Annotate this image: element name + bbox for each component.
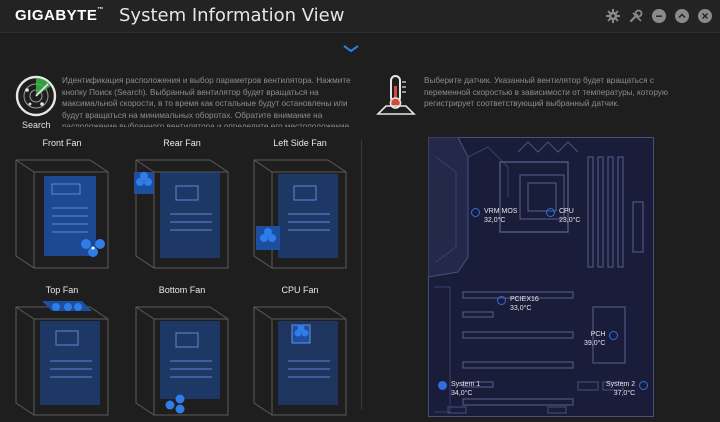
case-bottom-fan-icon bbox=[135, 306, 229, 416]
sensor-radio[interactable] bbox=[639, 381, 649, 390]
case-front-fan-icon bbox=[15, 159, 109, 269]
sensor-radio[interactable] bbox=[609, 331, 619, 340]
sensor-pch[interactable]: PCH 39,0°C bbox=[584, 330, 619, 348]
sensor-pciex16[interactable]: PCIEX16 33,0°C bbox=[497, 295, 539, 313]
sensor-system-1[interactable]: System 1 34,0°C bbox=[438, 380, 480, 398]
sensor-radio[interactable] bbox=[471, 208, 480, 217]
minimize-icon bbox=[656, 15, 662, 17]
sensor-value: 39,0°C bbox=[584, 340, 606, 347]
sensor-radio-selected[interactable] bbox=[438, 381, 447, 390]
fan-label: Bottom Fan bbox=[158, 285, 206, 295]
brand-logo: GIGABYTE™ bbox=[15, 7, 104, 24]
sensor-name: PCH bbox=[590, 331, 606, 338]
sensor-radio[interactable] bbox=[497, 296, 506, 305]
sensor-name: VRM MOS bbox=[484, 208, 518, 215]
motherboard-map: VRM MOS 32,0°C CPU 23,0°C PCIEX16 33,0°C… bbox=[427, 136, 654, 422]
title-bar: GIGABYTE™ System Information View bbox=[0, 0, 720, 33]
search-radar-button[interactable] bbox=[14, 74, 58, 118]
thermometer-icon bbox=[376, 75, 416, 115]
fan-label: Top Fan bbox=[45, 285, 79, 295]
sensor-description: Выберите датчик. Указанный вентилятор бу… bbox=[424, 76, 669, 109]
case-left-side-fan-icon bbox=[253, 159, 347, 269]
fan-rear[interactable]: Rear Fan bbox=[132, 138, 232, 269]
thermometer-button bbox=[376, 74, 416, 116]
sensor-value: 32,0°C bbox=[484, 217, 506, 224]
settings-button[interactable] bbox=[606, 9, 620, 23]
app-title: System Information View bbox=[119, 5, 345, 26]
sensor-name: System 2 bbox=[606, 381, 636, 388]
motherboard-icon bbox=[427, 136, 654, 417]
search-label[interactable]: Search bbox=[22, 120, 51, 130]
chevron-up-icon bbox=[678, 13, 686, 19]
sensor-value: 33,0°C bbox=[510, 305, 532, 312]
tools-button[interactable] bbox=[629, 9, 643, 23]
close-icon bbox=[702, 13, 708, 19]
fan-label: CPU Fan bbox=[281, 285, 319, 295]
sensor-vrm-mos[interactable]: VRM MOS 32,0°C bbox=[471, 207, 517, 225]
sensor-radio[interactable] bbox=[546, 208, 555, 217]
fan-label: Rear Fan bbox=[163, 138, 201, 148]
sensor-value: 34,0°C bbox=[451, 390, 473, 397]
close-button[interactable] bbox=[698, 9, 712, 23]
case-cpu-fan-icon bbox=[253, 306, 347, 416]
sensor-value: 23,0°C bbox=[559, 217, 581, 224]
radar-icon bbox=[15, 75, 57, 117]
fan-bottom[interactable]: Bottom Fan bbox=[132, 285, 232, 416]
chevron-down-icon[interactable] bbox=[342, 44, 360, 54]
sensor-name: System 1 bbox=[451, 381, 481, 388]
fan-front[interactable]: Front Fan bbox=[12, 138, 112, 269]
fan-left-side[interactable]: Left Side Fan bbox=[250, 138, 350, 269]
section-divider bbox=[361, 140, 362, 410]
sensor-name: CPU bbox=[559, 208, 574, 215]
search-description: Идентификация расположения и выбор парам… bbox=[62, 76, 352, 127]
sensor-system-2[interactable]: System 2 37,0°C bbox=[606, 380, 649, 398]
fan-label: Left Side Fan bbox=[273, 138, 327, 148]
case-rear-fan-icon bbox=[134, 159, 229, 269]
gear-icon bbox=[606, 9, 620, 23]
sensor-value: 37,0°C bbox=[613, 390, 636, 397]
sensor-cpu[interactable]: CPU 23,0°C bbox=[546, 207, 580, 225]
fan-cpu[interactable]: CPU Fan bbox=[250, 285, 350, 416]
tools-icon bbox=[629, 9, 643, 23]
case-top-fan-icon bbox=[15, 301, 109, 416]
minimize-button[interactable] bbox=[652, 9, 666, 23]
fan-top[interactable]: Top Fan bbox=[12, 285, 112, 416]
sensor-name: PCIEX16 bbox=[510, 296, 539, 303]
fan-label: Front Fan bbox=[42, 138, 82, 148]
collapse-button[interactable] bbox=[675, 9, 689, 23]
